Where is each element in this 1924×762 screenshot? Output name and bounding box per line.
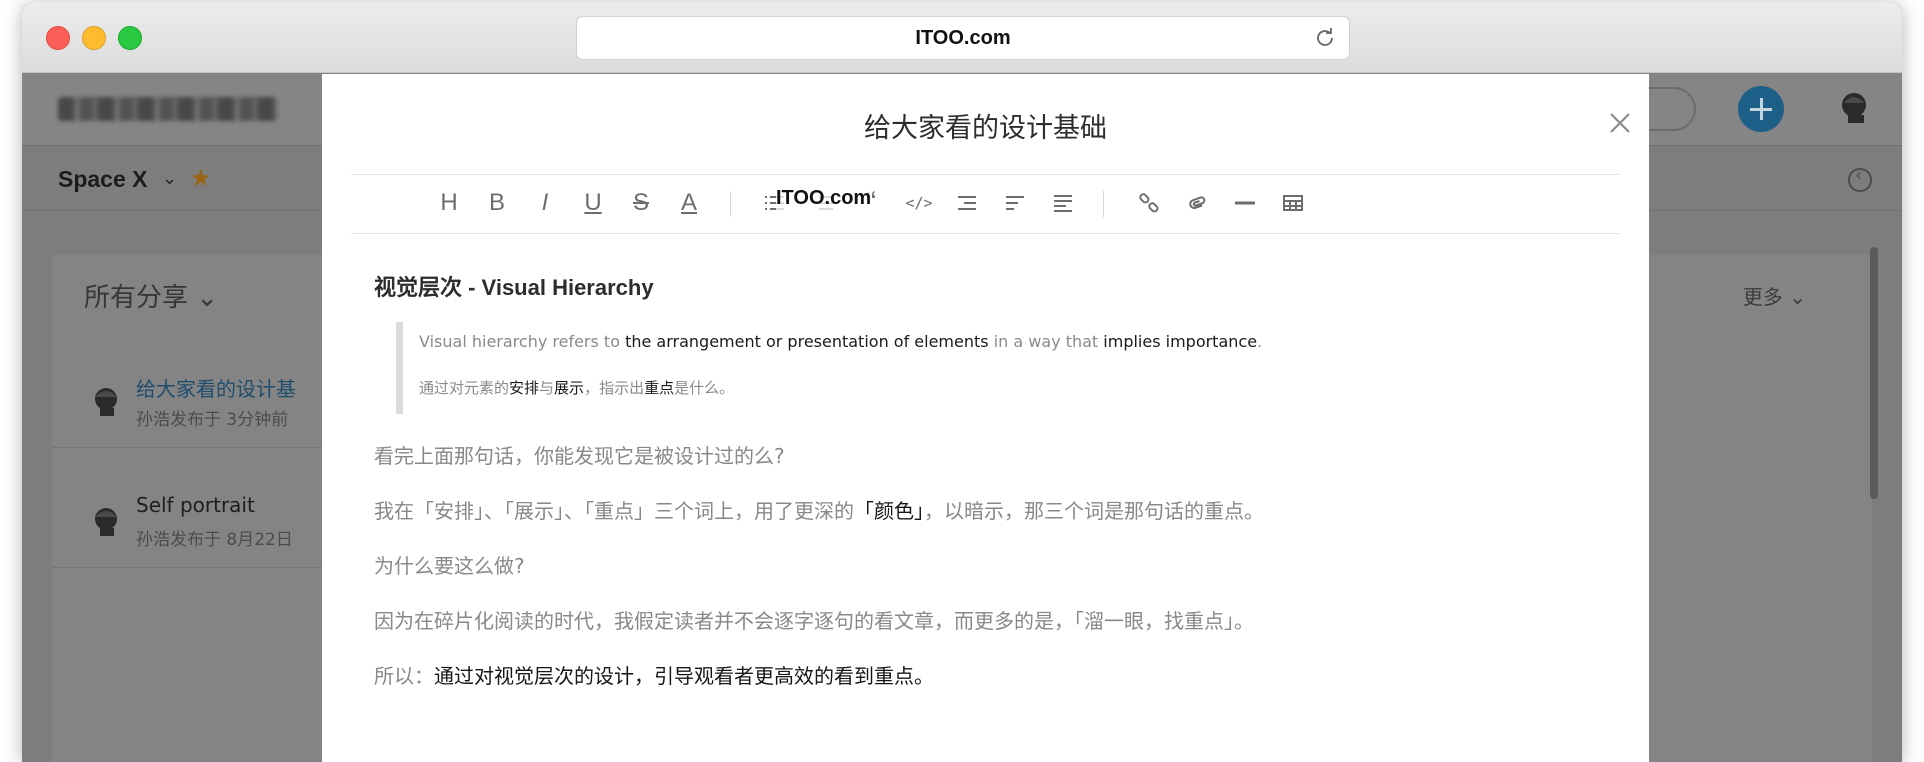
quote-english: Visual hierarchy refers to the arrangeme… <box>419 332 1263 351</box>
align-right-icon <box>958 196 976 210</box>
watermark: ITOO.com <box>776 187 872 210</box>
paragraph: 为什么要这么做? <box>374 554 525 578</box>
text-color-button[interactable]: A <box>676 189 702 216</box>
link-icon <box>1139 193 1159 213</box>
blurred-logo <box>58 97 278 121</box>
align-justify-icon <box>1054 195 1072 212</box>
document-content[interactable]: 视觉层次 - Visual Hierarchy Visual hierarchy… <box>374 270 1609 715</box>
title-bar: ITOO.com <box>22 2 1902 73</box>
align-left-button[interactable] <box>1002 190 1028 216</box>
quote-chinese: 通过对元素的安排与展示，指示出重点是什么。 <box>419 379 735 397</box>
paragraph: 我在「安排」、「展示」、「重点」三个词上，用了更深的「颜色」，以暗示，那三个词是… <box>374 499 1264 523</box>
feed-meta: 孙浩发布于 3分钟前 <box>136 410 289 430</box>
url-text: ITOO.com <box>915 27 1011 49</box>
code-button[interactable]: </> <box>905 190 933 216</box>
heading-icon: H <box>440 189 458 216</box>
link-button[interactable] <box>1136 190 1162 216</box>
heading-button[interactable]: H <box>436 189 462 216</box>
more-dropdown[interactable]: 更多 ⌄ <box>1743 281 1806 310</box>
address-bar[interactable]: ITOO.com <box>576 16 1350 60</box>
editor-modal: 给大家看的设计基础 H B I U S A “ </> <box>322 74 1649 762</box>
close-window-button[interactable] <box>46 26 70 50</box>
paragraph: 所以：通过对视觉层次的设计，引导观看者更高效的看到重点。 <box>374 664 934 688</box>
underline-icon: U <box>584 189 602 216</box>
document-heading: 视觉层次 - Visual Hierarchy <box>374 275 654 300</box>
user-avatar-icon[interactable] <box>1834 87 1874 127</box>
italic-button[interactable]: I <box>532 189 558 216</box>
table-icon <box>1283 195 1303 211</box>
feed-title[interactable]: 给大家看的设计基 <box>136 373 296 402</box>
underline-button[interactable]: U <box>580 189 606 216</box>
avatar <box>95 508 117 536</box>
browser-window: ITOO.com Space X ⌄ ★ 所有分享 ⌄ 更多 ⌄ <box>22 2 1902 762</box>
strikethrough-icon: S <box>632 189 649 216</box>
collapse-icon[interactable] <box>1848 165 1872 192</box>
align-right-button[interactable] <box>954 190 980 216</box>
paragraph: 因为在碎片化阅读的时代，我假定读者并不会逐字逐句的看文章，而更多的是，「溜一眼，… <box>374 609 1254 633</box>
horizontal-rule-icon <box>1235 201 1255 205</box>
close-icon[interactable] <box>1605 108 1635 138</box>
bold-button[interactable]: B <box>484 189 510 216</box>
horizontal-rule-button[interactable] <box>1232 190 1258 216</box>
text-color-icon: A <box>680 189 697 216</box>
list-item[interactable]: Self portrait 孙浩发布于 8月22日 <box>52 471 332 568</box>
paragraph: 看完上面那句话，你能发现它是被设计过的么? <box>374 444 785 468</box>
bold-icon: B <box>488 189 505 216</box>
attachment-icon <box>1189 196 1206 210</box>
avatar <box>95 388 117 416</box>
strikethrough-button[interactable]: S <box>628 189 654 216</box>
star-icon[interactable]: ★ <box>190 164 212 192</box>
panel-title[interactable]: 所有分享 ⌄ <box>84 277 218 314</box>
table-button[interactable] <box>1280 190 1306 216</box>
blockquote: Visual hierarchy refers to the arrangeme… <box>396 322 1609 414</box>
modal-title: 给大家看的设计基础 <box>864 113 1107 144</box>
italic-icon: I <box>541 189 549 216</box>
feed-title[interactable]: Self portrait <box>136 493 255 517</box>
align-left-icon <box>1006 196 1024 210</box>
toolbar-divider <box>730 191 731 217</box>
minimize-window-button[interactable] <box>82 26 106 50</box>
toolbar-divider <box>1103 191 1104 217</box>
space-name[interactable]: Space X <box>58 166 148 193</box>
code-icon: </> <box>905 194 933 212</box>
reload-icon[interactable] <box>1313 26 1337 50</box>
attachment-button[interactable] <box>1184 190 1210 216</box>
scrollbar-thumb[interactable] <box>1870 247 1878 499</box>
chevron-down-icon[interactable]: ⌄ <box>162 168 177 189</box>
list-item[interactable]: 给大家看的设计基 孙浩发布于 3分钟前 <box>52 351 332 448</box>
feed-meta: 孙浩发布于 8月22日 <box>136 530 293 550</box>
editor-toolbar: H B I U S A “ </> <box>351 174 1620 234</box>
align-justify-button[interactable] <box>1050 190 1076 216</box>
add-button[interactable] <box>1738 86 1784 132</box>
zoom-window-button[interactable] <box>118 26 142 50</box>
